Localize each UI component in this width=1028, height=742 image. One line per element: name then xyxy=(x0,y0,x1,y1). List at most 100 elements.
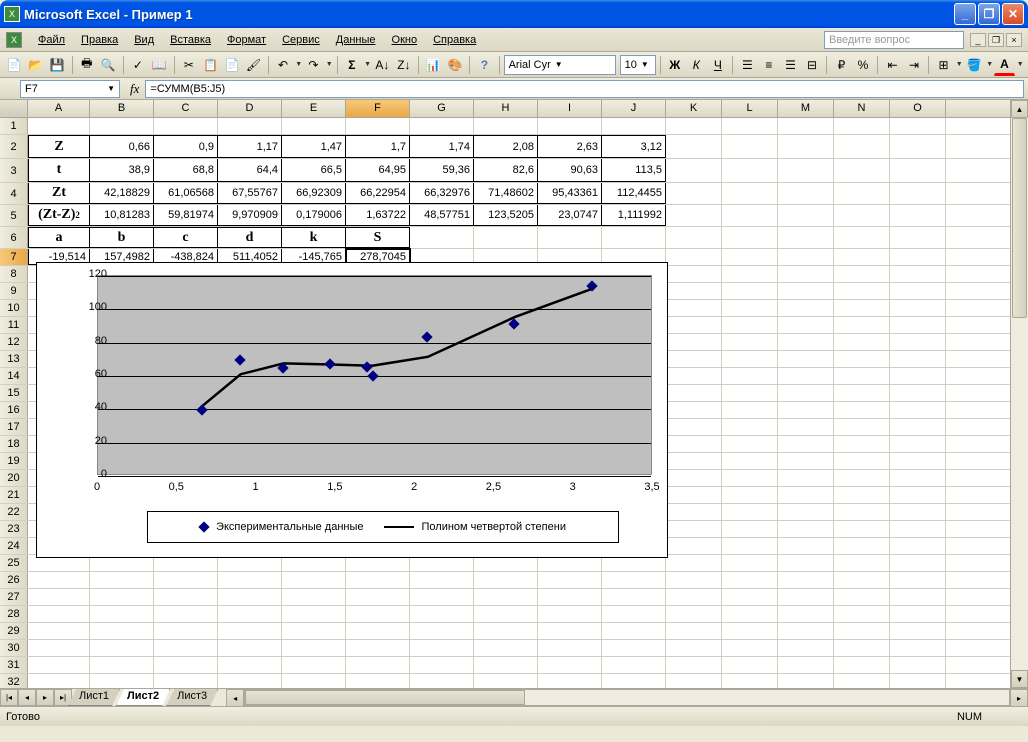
row-header-12[interactable]: 12 xyxy=(0,334,28,350)
cell-H4[interactable]: 71,48602 xyxy=(474,183,538,204)
row-header-25[interactable]: 25 xyxy=(0,555,28,571)
cell-D4[interactable]: 67,55767 xyxy=(218,183,282,204)
cell-K11[interactable] xyxy=(666,317,722,333)
cell-I5[interactable]: 23,0747 xyxy=(538,205,602,226)
cell-B26[interactable] xyxy=(90,572,154,588)
cell-O27[interactable] xyxy=(890,589,946,605)
save-button[interactable]: 💾 xyxy=(47,54,68,76)
cell-C28[interactable] xyxy=(154,606,218,622)
cell-J26[interactable] xyxy=(602,572,666,588)
row-header-20[interactable]: 20 xyxy=(0,470,28,486)
cell-L4[interactable] xyxy=(722,183,778,204)
cell-B28[interactable] xyxy=(90,606,154,622)
cell-I26[interactable] xyxy=(538,572,602,588)
cell-H6[interactable] xyxy=(474,227,538,248)
row-header-6[interactable]: 6 xyxy=(0,227,28,248)
cell-N22[interactable] xyxy=(834,504,890,520)
cell-N26[interactable] xyxy=(834,572,890,588)
autosum-button[interactable]: Σ xyxy=(342,54,363,76)
cell-N16[interactable] xyxy=(834,402,890,418)
align-center-button[interactable]: ≡ xyxy=(759,54,780,76)
cell-N28[interactable] xyxy=(834,606,890,622)
cell-N5[interactable] xyxy=(834,205,890,226)
cell-E5[interactable]: 0,179006 xyxy=(282,205,346,226)
row-header-18[interactable]: 18 xyxy=(0,436,28,452)
cell-N6[interactable] xyxy=(834,227,890,248)
cell-O24[interactable] xyxy=(890,538,946,554)
minimize-button[interactable]: _ xyxy=(954,3,976,25)
cell-F32[interactable] xyxy=(346,674,410,688)
cell-O12[interactable] xyxy=(890,334,946,350)
cell-B5[interactable]: 10,81283 xyxy=(90,205,154,226)
cell-K32[interactable] xyxy=(666,674,722,688)
cell-M15[interactable] xyxy=(778,385,834,401)
cell-J1[interactable] xyxy=(602,118,666,134)
cell-E27[interactable] xyxy=(282,589,346,605)
sheet-tab-2[interactable]: Лист2 xyxy=(116,689,170,706)
cell-B27[interactable] xyxy=(90,589,154,605)
cell-O4[interactable] xyxy=(890,183,946,204)
cell-M22[interactable] xyxy=(778,504,834,520)
cell-J4[interactable]: 112,4455 xyxy=(602,183,666,204)
cell-C32[interactable] xyxy=(154,674,218,688)
cell-B2[interactable]: 0,66 xyxy=(90,135,154,158)
cell-M20[interactable] xyxy=(778,470,834,486)
column-header-B[interactable]: B xyxy=(90,100,154,117)
cell-M9[interactable] xyxy=(778,283,834,299)
decrease-indent-button[interactable]: ⇤ xyxy=(882,54,903,76)
cell-L6[interactable] xyxy=(722,227,778,248)
cell-N2[interactable] xyxy=(834,135,890,158)
cell-M4[interactable] xyxy=(778,183,834,204)
cell-N12[interactable] xyxy=(834,334,890,350)
cell-L25[interactable] xyxy=(722,555,778,571)
percent-button[interactable]: % xyxy=(853,54,874,76)
cell-N23[interactable] xyxy=(834,521,890,537)
paste-button[interactable]: 📄 xyxy=(222,54,243,76)
cell-H1[interactable] xyxy=(474,118,538,134)
cell-A32[interactable] xyxy=(28,674,90,688)
cell-G26[interactable] xyxy=(410,572,474,588)
cell-N7[interactable] xyxy=(834,249,890,265)
cell-L29[interactable] xyxy=(722,623,778,639)
cell-O10[interactable] xyxy=(890,300,946,316)
scroll-up-button[interactable]: ▲ xyxy=(1011,100,1028,118)
cell-L24[interactable] xyxy=(722,538,778,554)
cell-K8[interactable] xyxy=(666,266,722,282)
cell-K24[interactable] xyxy=(666,538,722,554)
cell-L22[interactable] xyxy=(722,504,778,520)
cell-F5[interactable]: 1,63722 xyxy=(346,205,410,226)
cell-D32[interactable] xyxy=(218,674,282,688)
cell-L10[interactable] xyxy=(722,300,778,316)
cell-K28[interactable] xyxy=(666,606,722,622)
font-color-button[interactable]: A xyxy=(994,54,1015,76)
cell-G1[interactable] xyxy=(410,118,474,134)
cell-L5[interactable] xyxy=(722,205,778,226)
cell-F29[interactable] xyxy=(346,623,410,639)
cell-D6[interactable]: d xyxy=(218,227,282,248)
cell-M18[interactable] xyxy=(778,436,834,452)
mdi-close[interactable]: × xyxy=(1006,33,1022,47)
cell-H30[interactable] xyxy=(474,640,538,656)
cell-L28[interactable] xyxy=(722,606,778,622)
row-header-1[interactable]: 1 xyxy=(0,118,28,134)
cell-I28[interactable] xyxy=(538,606,602,622)
select-all-corner[interactable] xyxy=(0,100,28,117)
cell-M26[interactable] xyxy=(778,572,834,588)
cell-N29[interactable] xyxy=(834,623,890,639)
cell-F4[interactable]: 66,22954 xyxy=(346,183,410,204)
cell-O2[interactable] xyxy=(890,135,946,158)
cell-C6[interactable]: c xyxy=(154,227,218,248)
cell-L30[interactable] xyxy=(722,640,778,656)
cell-E4[interactable]: 66,92309 xyxy=(282,183,346,204)
mdi-restore[interactable]: ❐ xyxy=(988,33,1004,47)
cell-O15[interactable] xyxy=(890,385,946,401)
cell-N21[interactable] xyxy=(834,487,890,503)
cell-L1[interactable] xyxy=(722,118,778,134)
cell-I32[interactable] xyxy=(538,674,602,688)
chart-wizard-button[interactable]: 📊 xyxy=(423,54,444,76)
cell-N30[interactable] xyxy=(834,640,890,656)
cell-K6[interactable] xyxy=(666,227,722,248)
cell-N4[interactable] xyxy=(834,183,890,204)
cell-C27[interactable] xyxy=(154,589,218,605)
cell-M21[interactable] xyxy=(778,487,834,503)
